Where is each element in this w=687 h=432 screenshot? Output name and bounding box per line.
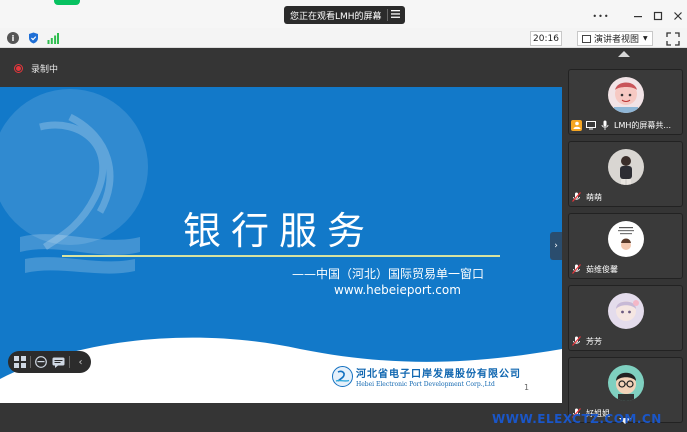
company-name-cn: 河北省电子口岸发展股份有限公司 xyxy=(356,369,521,380)
slide-title: 银行服务 xyxy=(182,209,375,253)
host-icon xyxy=(571,119,582,131)
company-logo-icon xyxy=(332,366,353,387)
participant-name: 茹维俊馨 xyxy=(586,264,618,274)
share-banner-text: 您正在观看LMH的屏幕 xyxy=(290,11,382,22)
slide-url: www.hebeieport.com xyxy=(334,283,461,297)
fullscreen-icon[interactable] xyxy=(666,31,680,46)
avatar xyxy=(608,293,644,329)
emoji-icon[interactable] xyxy=(35,355,48,369)
company-name-en: Hebei Electronic Port Development Corp.,… xyxy=(356,381,495,388)
record-dot-icon xyxy=(14,64,23,73)
avatar xyxy=(608,77,644,113)
participant-name: 芳芳 xyxy=(586,336,602,346)
maximize-icon[interactable] xyxy=(651,9,665,23)
chat-icon[interactable] xyxy=(52,355,65,369)
mic-icon xyxy=(599,120,610,131)
company-text: 河北省电子口岸发展股份有限公司 Hebei Electronic Port De… xyxy=(356,365,521,388)
divider xyxy=(69,356,70,368)
signal-icon xyxy=(47,32,59,44)
scroll-up-icon[interactable] xyxy=(618,51,630,57)
grid-icon[interactable] xyxy=(13,355,26,369)
panel-toggle-button[interactable]: › xyxy=(550,232,562,260)
hamburger-icon[interactable] xyxy=(388,9,404,21)
slide-page-number: 1 xyxy=(524,383,530,392)
shared-screen-stage: 录制中 银行服务 ——中国（河北）国际贸易单一窗口 www.hebeieport… xyxy=(0,48,562,432)
participant-name-row: 茹维俊馨 xyxy=(571,263,618,275)
floating-slide-toolbar: ‹ xyxy=(8,351,91,373)
close-icon[interactable] xyxy=(671,9,685,23)
avatar xyxy=(608,221,644,257)
screen-share-banner[interactable]: 您正在观看LMH的屏幕 xyxy=(284,6,405,24)
meeting-window: 您正在观看LMH的屏幕 ••• i 20:16 演讲者视图 ▼ 录制中 银行服务… xyxy=(0,0,687,432)
view-layout-icon xyxy=(582,34,591,43)
shield-icon[interactable] xyxy=(27,32,39,44)
info-icon[interactable]: i xyxy=(7,32,19,44)
avatar xyxy=(608,365,644,401)
speaker-view-button[interactable]: 演讲者视图 ▼ xyxy=(577,31,653,46)
meeting-toolbar: i 20:16 演讲者视图 ▼ xyxy=(0,28,687,48)
app-indicator xyxy=(54,0,80,5)
back-icon[interactable]: ‹ xyxy=(74,355,87,369)
slide-subtitle: ——中国（河北）国际贸易单一窗口 xyxy=(292,267,485,281)
title-divider xyxy=(62,255,500,257)
recording-indicator: 录制中 xyxy=(14,62,58,75)
screen-share-icon xyxy=(585,120,596,131)
recording-label: 录制中 xyxy=(31,65,59,75)
meeting-duration: 20:16 xyxy=(530,31,562,46)
participant-tile[interactable]: LMH的屏幕共... xyxy=(568,69,683,135)
participant-name-row: 芳芳 xyxy=(571,335,602,347)
minimize-icon[interactable] xyxy=(631,9,645,23)
speaker-view-label: 演讲者视图 xyxy=(594,35,640,45)
mic-muted-icon xyxy=(571,192,582,203)
mic-muted-icon xyxy=(571,336,582,347)
participant-name: LMH的屏幕共... xyxy=(614,120,672,130)
participant-tile[interactable]: 萌萌 xyxy=(568,141,683,207)
participant-tile[interactable]: 芳芳 xyxy=(568,285,683,351)
site-watermark: WWW.ELEXCTZ.COM.CN xyxy=(492,412,662,426)
more-icon[interactable]: ••• xyxy=(592,9,608,23)
chevron-right-icon: › xyxy=(554,241,558,251)
participant-name-row: LMH的屏幕共... xyxy=(571,119,671,131)
participant-name: 萌萌 xyxy=(586,192,602,202)
participant-tile[interactable]: 茹维俊馨 xyxy=(568,213,683,279)
avatar xyxy=(608,149,644,185)
title-bar: 您正在观看LMH的屏幕 ••• xyxy=(0,0,687,28)
chevron-down-icon: ▼ xyxy=(643,35,648,42)
company-logo-block: 河北省电子口岸发展股份有限公司 Hebei Electronic Port De… xyxy=(332,365,521,388)
participant-name-row: 萌萌 xyxy=(571,191,602,203)
mic-muted-icon xyxy=(571,264,582,275)
divider xyxy=(30,356,31,368)
